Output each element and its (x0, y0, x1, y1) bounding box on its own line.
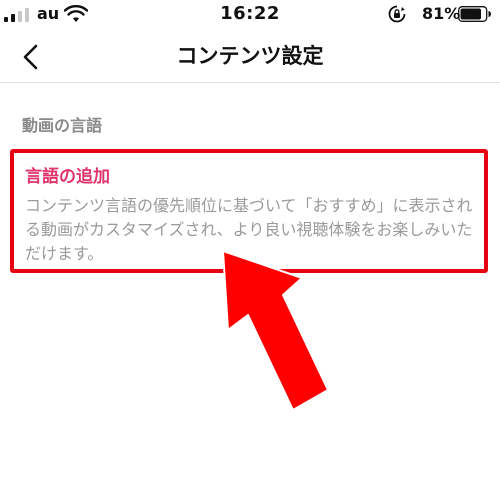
battery-icon (458, 6, 491, 22)
page-title: コンテンツ設定 (176, 44, 324, 68)
add-language-title: 言語の追加 (25, 167, 110, 187)
screen: au 16:22 81% コンテンツ設定 動画の言語 言語の追加 コンテンツ言語… (0, 0, 500, 480)
battery-percent: 81% (422, 4, 461, 23)
rotation-lock-icon (388, 5, 406, 23)
section-header: 動画の言語 (22, 116, 103, 135)
navigation-bar: コンテンツ設定 (0, 30, 500, 83)
status-bar: au 16:22 81% (0, 0, 500, 30)
red-arrow-annotation (222, 250, 329, 411)
